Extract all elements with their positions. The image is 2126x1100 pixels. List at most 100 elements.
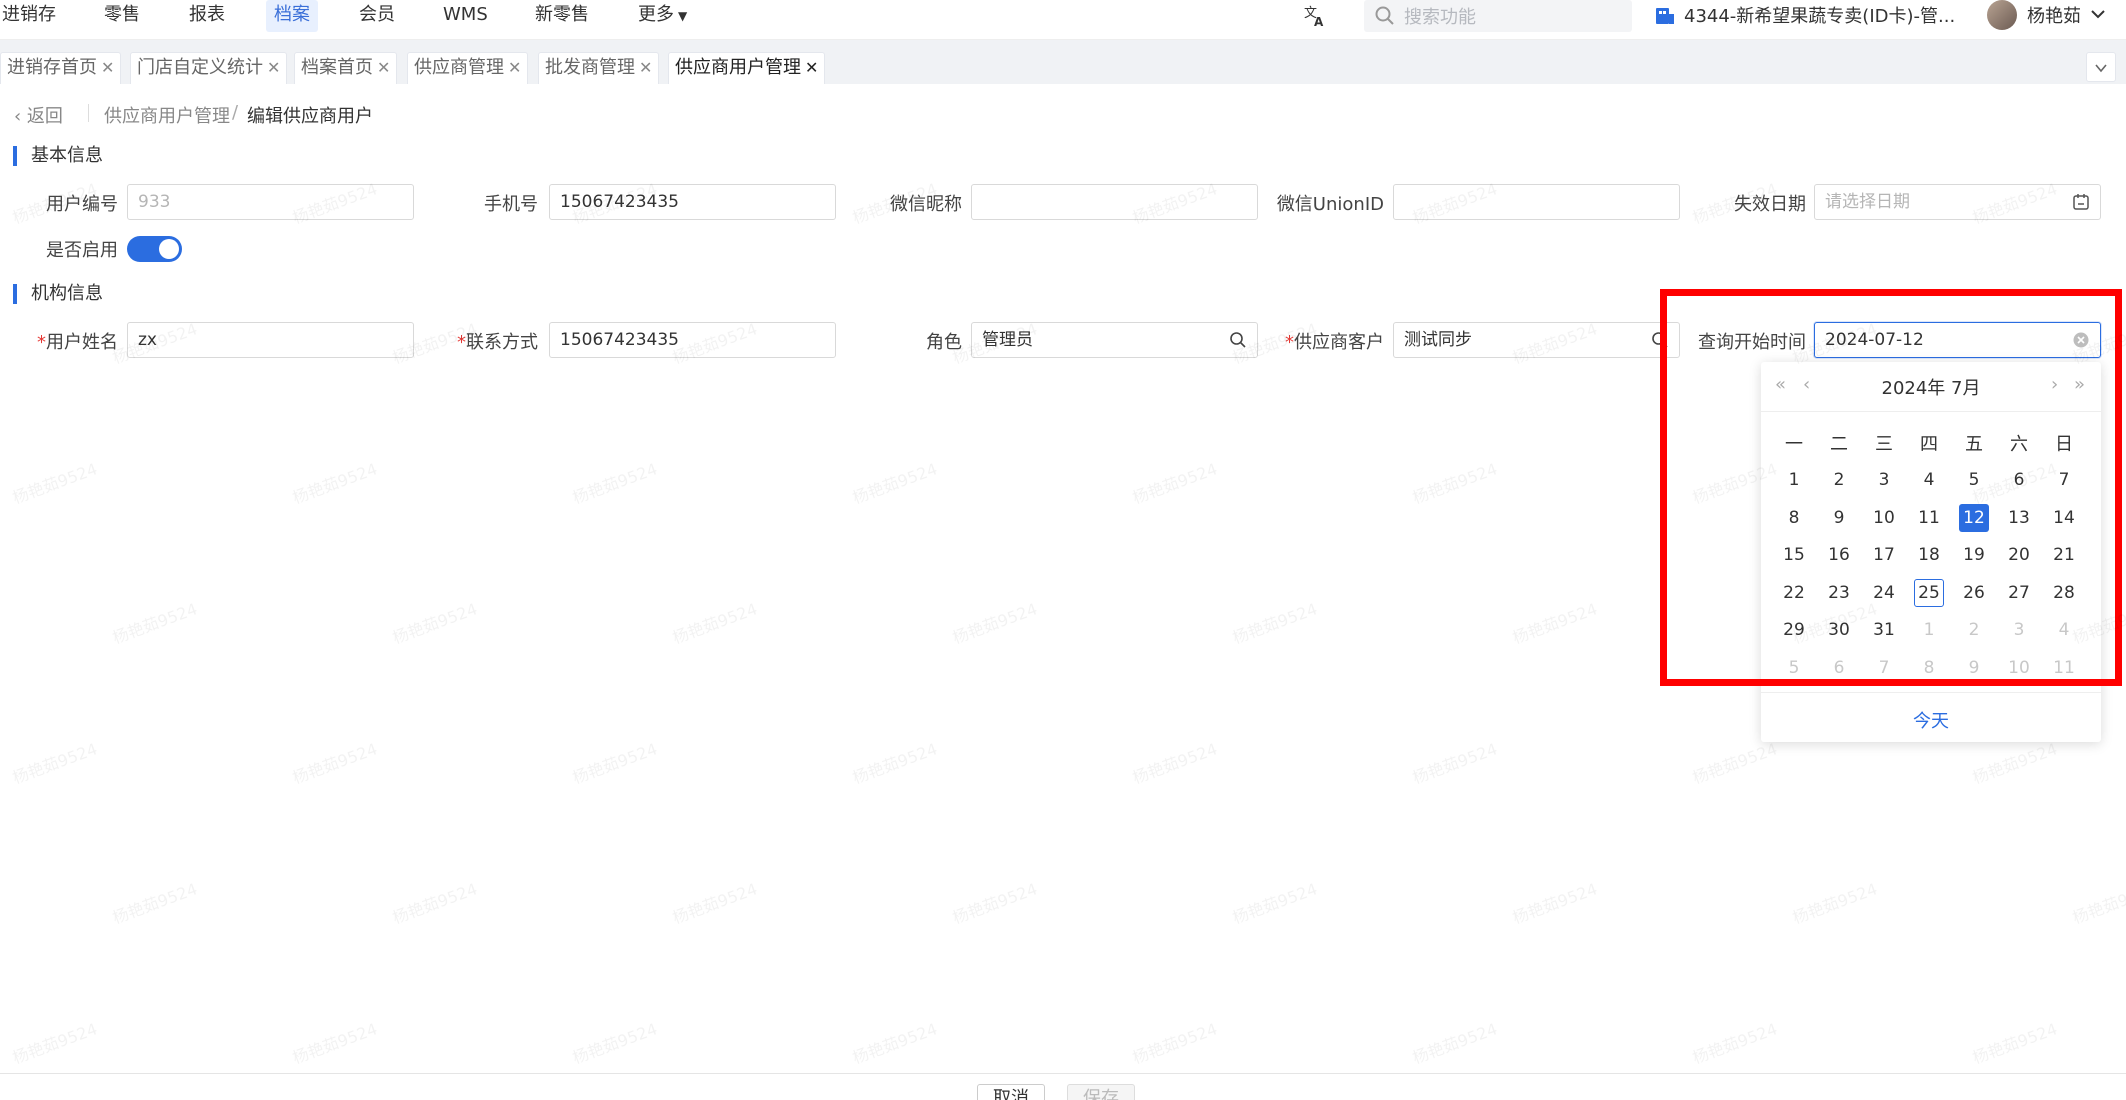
- date-cell[interactable]: 15: [1779, 541, 1809, 569]
- close-icon[interactable]: ✕: [508, 58, 521, 77]
- nav-item-wms[interactable]: WMS: [443, 0, 488, 32]
- date-cell[interactable]: 25: [1914, 578, 1944, 607]
- date-cell[interactable]: 1: [1779, 466, 1809, 494]
- next-year-icon[interactable]: »: [2074, 374, 2085, 395]
- next-month-icon[interactable]: ›: [2051, 374, 2058, 395]
- user-name[interactable]: 杨艳茹: [2027, 2, 2081, 28]
- function-search[interactable]: 搜索功能: [1364, 0, 1632, 32]
- date-cell[interactable]: 12: [1959, 503, 1989, 532]
- close-icon[interactable]: ✕: [805, 58, 818, 77]
- watermark-text: 杨艳茹9524: [1129, 1019, 1220, 1068]
- close-icon[interactable]: ✕: [101, 58, 114, 77]
- nav-item-archive[interactable]: 档案: [266, 0, 318, 32]
- date-picker-header: « ‹ 2024年 7月 › »: [1761, 362, 2101, 412]
- store-selector[interactable]: 4344-新希望果蔬专卖(ID卡)-管...: [1684, 2, 1955, 28]
- enabled-toggle[interactable]: [127, 236, 182, 262]
- date-cell[interactable]: 8: [1779, 504, 1809, 532]
- chevron-down-icon[interactable]: [2090, 6, 2106, 22]
- watermark-text: 杨艳茹9524: [569, 1019, 660, 1068]
- date-cell[interactable]: 11: [2049, 654, 2079, 682]
- date-cell[interactable]: 4: [1914, 466, 1944, 494]
- tab-store-stats[interactable]: 门店自定义统计 ✕: [130, 52, 288, 84]
- date-cell[interactable]: 19: [1959, 541, 1989, 569]
- tab-supplier-mgmt[interactable]: 供应商管理 ✕: [407, 52, 529, 84]
- date-cell[interactable]: 17: [1869, 541, 1899, 569]
- date-cell[interactable]: 6: [1824, 654, 1854, 682]
- date-cell[interactable]: 11: [1914, 504, 1944, 532]
- nav-item-reports[interactable]: 报表: [189, 0, 225, 32]
- date-picker-footer: 今天: [1761, 692, 2101, 742]
- back-link[interactable]: ‹ 返回: [14, 102, 63, 128]
- date-cell[interactable]: 9: [1959, 654, 1989, 682]
- expire-date-field[interactable]: 请选择日期: [1814, 184, 2101, 220]
- close-icon[interactable]: ✕: [267, 58, 280, 77]
- watermark-text: 杨艳茹9524: [109, 879, 200, 928]
- date-cell[interactable]: 3: [2004, 616, 2034, 644]
- date-cell[interactable]: 23: [1824, 579, 1854, 607]
- watermark-text: 杨艳茹9524: [289, 459, 380, 508]
- watermark-text: 杨艳茹9524: [569, 459, 660, 508]
- required-mark: *: [37, 332, 46, 353]
- date-cell[interactable]: 2: [1959, 616, 1989, 644]
- watermark-text: 杨艳茹9524: [9, 179, 100, 228]
- nav-item-more[interactable]: 更多 ▼: [638, 0, 687, 32]
- nav-item-member[interactable]: 会员: [359, 0, 395, 32]
- date-cell[interactable]: 9: [1824, 504, 1854, 532]
- date-cell[interactable]: 22: [1779, 579, 1809, 607]
- query-start-label: 查询开始时间: [1698, 332, 1806, 353]
- translate-icon[interactable]: 文 A: [1303, 4, 1327, 28]
- cancel-button[interactable]: 取消: [977, 1084, 1045, 1100]
- date-cell[interactable]: 8: [1914, 654, 1944, 682]
- watermark-text: 杨艳茹9524: [1689, 739, 1780, 788]
- date-cell[interactable]: 2: [1824, 466, 1854, 494]
- supplier-value: 测试同步: [1404, 330, 1472, 350]
- date-cell[interactable]: 18: [1914, 541, 1944, 569]
- date-cell[interactable]: 26: [1959, 579, 1989, 607]
- watermark-text: 杨艳茹9524: [9, 739, 100, 788]
- weekday-header: 日: [2055, 434, 2073, 455]
- date-cell[interactable]: 3: [1869, 466, 1899, 494]
- weekday-header: 二: [1830, 434, 1848, 455]
- date-cell[interactable]: 27: [2004, 579, 2034, 607]
- save-button[interactable]: 保存: [1067, 1084, 1135, 1100]
- date-cell[interactable]: 5: [1779, 654, 1809, 682]
- calendar-icon[interactable]: [2072, 193, 2090, 211]
- date-picker-title[interactable]: 2024年 7月: [1761, 374, 2101, 400]
- close-icon[interactable]: ✕: [377, 58, 390, 77]
- tabs-more-button[interactable]: [2086, 52, 2116, 82]
- tab-archive-home[interactable]: 档案首页 ✕: [294, 52, 398, 84]
- close-icon[interactable]: ✕: [639, 58, 652, 77]
- watermark-text: 杨艳茹9524: [1409, 1019, 1500, 1068]
- date-picker-popup: « ‹ 2024年 7月 › » 一二三四五六日 1 2 3 4 5 6 7 8 9 10 11 12 1…: [1761, 362, 2101, 742]
- search-icon[interactable]: [1651, 331, 1669, 349]
- watermark-text: 杨艳茹9524: [1229, 879, 1320, 928]
- nav-item-retail[interactable]: 零售: [104, 0, 140, 32]
- date-cell[interactable]: 10: [2004, 654, 2034, 682]
- date-cell[interactable]: 1: [1914, 616, 1944, 644]
- date-cell[interactable]: 13: [2004, 504, 2034, 532]
- nav-item-new-retail[interactable]: 新零售: [535, 0, 589, 32]
- nav-more-label: 更多: [638, 4, 674, 25]
- date-cell[interactable]: 16: [1824, 541, 1854, 569]
- tab-inventory-home[interactable]: 进销存首页 ✕: [0, 52, 122, 84]
- date-cell[interactable]: 14: [2049, 504, 2079, 532]
- date-cell[interactable]: 21: [2049, 541, 2079, 569]
- date-cell[interactable]: 28: [2049, 579, 2079, 607]
- watermark-text: 杨艳茹9524: [1229, 599, 1320, 648]
- date-cell[interactable]: 7: [1869, 654, 1899, 682]
- tab-supplier-user-mgmt[interactable]: 供应商用户管理 ✕: [668, 52, 826, 84]
- watermark-text: 杨艳茹9524: [849, 739, 940, 788]
- breadcrumb-parent[interactable]: 供应商用户管理: [104, 102, 230, 128]
- date-cell[interactable]: 20: [2004, 541, 2034, 569]
- today-link[interactable]: 今天: [1761, 707, 2101, 733]
- search-icon: [1375, 6, 1394, 25]
- nav-item-inventory[interactable]: 进销存: [2, 0, 56, 32]
- date-cell[interactable]: 10: [1869, 504, 1899, 532]
- weekday-header: 四: [1920, 434, 1938, 455]
- watermark-text: 杨艳茹9524: [1509, 599, 1600, 648]
- weekday-header: 一: [1785, 434, 1803, 455]
- tab-wholesaler-mgmt[interactable]: 批发商管理 ✕: [538, 52, 660, 84]
- watermark-text: 杨艳茹9524: [669, 879, 760, 928]
- tab-label: 批发商管理: [545, 57, 635, 78]
- avatar[interactable]: [1987, 0, 2017, 30]
